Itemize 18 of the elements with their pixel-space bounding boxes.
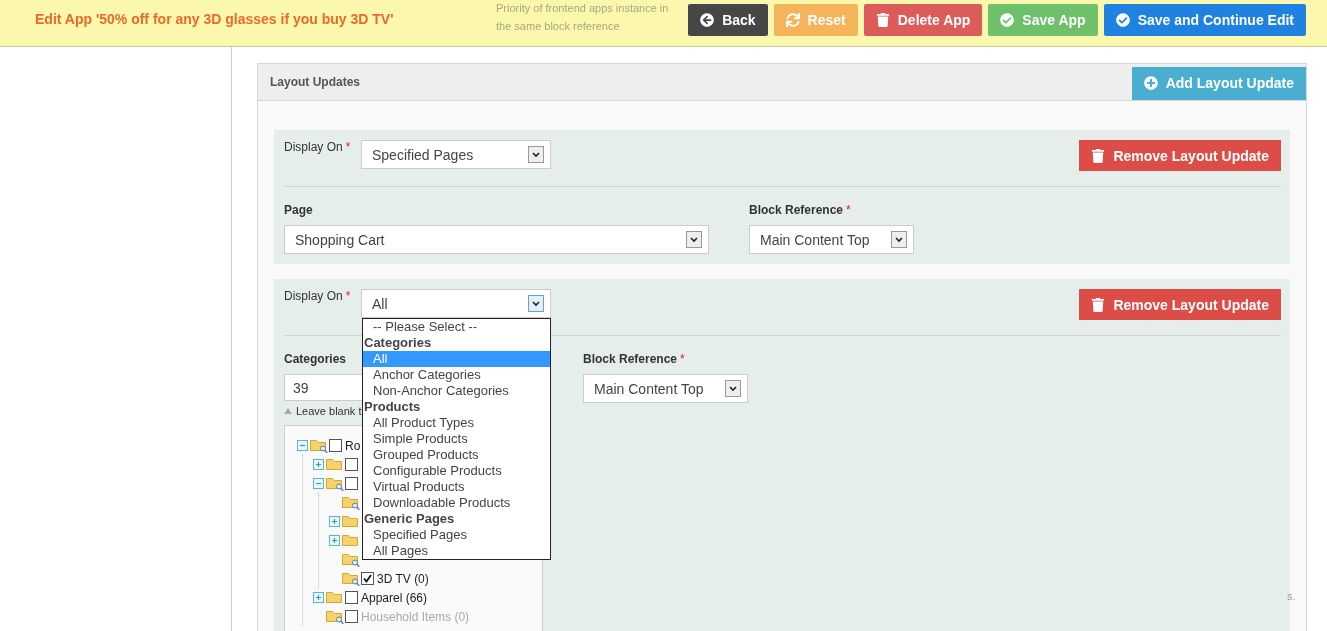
required-mark: * xyxy=(345,140,351,154)
required-mark: * xyxy=(680,352,685,366)
field-label: Page xyxy=(284,203,313,217)
option-group-label: Categories xyxy=(363,335,433,351)
field-label: Categories xyxy=(284,352,347,366)
field-label: Block Reference xyxy=(749,203,844,217)
cut-text: s. xyxy=(1287,590,1296,602)
panel-title: Layout Updates xyxy=(270,75,360,89)
field-label: Block Reference xyxy=(583,352,678,366)
page-title: Edit App '50% off for any 3D glasses if you buy 3D TV' xyxy=(35,10,395,27)
option-group-label: Generic Pages xyxy=(363,511,456,527)
option-group-label: Products xyxy=(363,399,422,415)
required-mark: * xyxy=(345,289,351,303)
field-label: Display On xyxy=(284,289,343,303)
required-mark: * xyxy=(846,203,851,217)
hint-text: Leave blank t xyxy=(296,405,362,417)
faded-note: Priority of frontend apps instance in the same block reference xyxy=(496,1,670,34)
field-label: Display On xyxy=(284,140,343,154)
